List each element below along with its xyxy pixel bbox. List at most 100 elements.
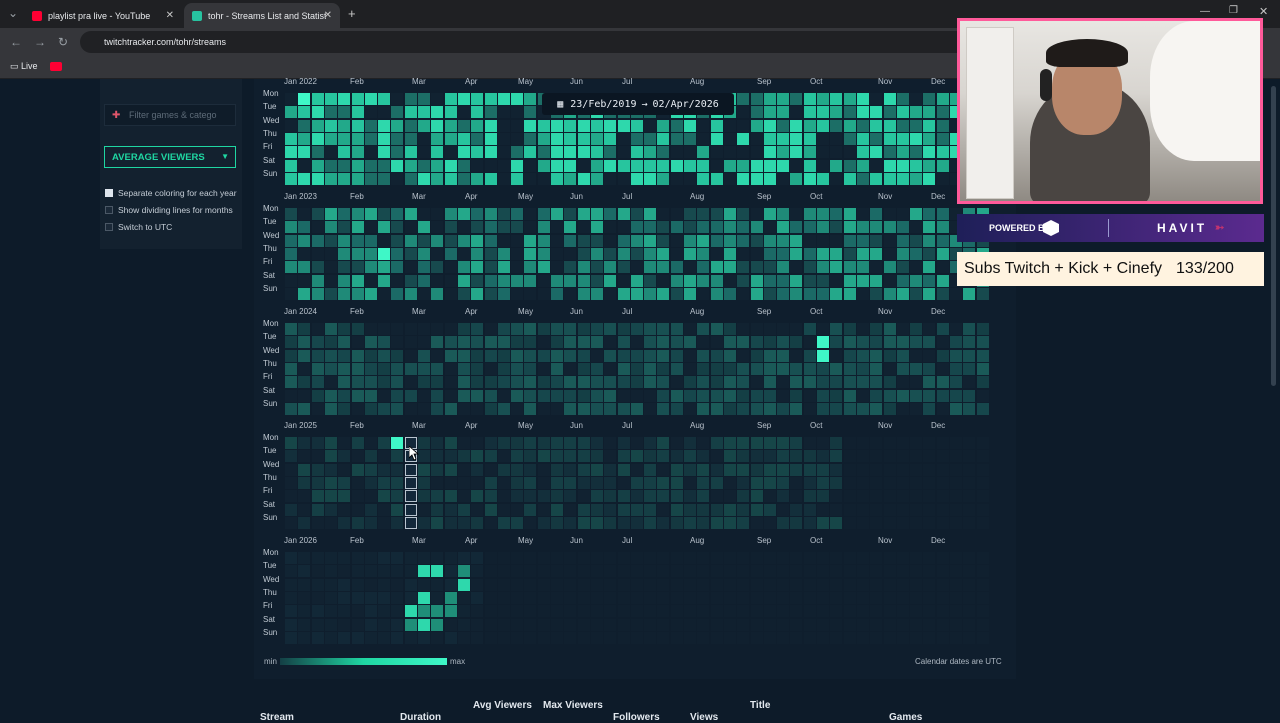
calendar-day-cell[interactable]: [750, 247, 763, 260]
calendar-day-cell[interactable]: [590, 159, 603, 172]
calendar-day-cell[interactable]: [697, 605, 710, 618]
calendar-day-cell[interactable]: [737, 618, 750, 631]
calendar-day-cell[interactable]: [617, 618, 630, 631]
calendar-day-cell[interactable]: [537, 132, 550, 145]
calendar-day-cell[interactable]: [497, 234, 510, 247]
column-views[interactable]: Views: [690, 712, 718, 723]
calendar-day-cell[interactable]: [524, 287, 537, 300]
calendar-day-cell[interactable]: [378, 208, 391, 220]
calendar-day-cell[interactable]: [710, 389, 723, 402]
calendar-day-cell[interactable]: [431, 336, 444, 349]
calendar-day-cell[interactable]: [497, 490, 510, 503]
calendar-day-cell[interactable]: [710, 376, 723, 389]
calendar-day-cell[interactable]: [843, 132, 856, 145]
calendar-day-cell[interactable]: [391, 631, 404, 644]
calendar-day-cell[interactable]: [590, 234, 603, 247]
calendar-day-cell[interactable]: [644, 605, 657, 618]
calendar-day-cell[interactable]: [351, 376, 364, 389]
calendar-day-cell[interactable]: [444, 146, 457, 159]
calendar-day-cell[interactable]: [590, 503, 603, 516]
calendar-day-cell[interactable]: [551, 172, 563, 185]
calendar-day-cell[interactable]: [644, 221, 657, 234]
calendar-day-cell[interactable]: [976, 503, 989, 516]
calendar-day-cell[interactable]: [418, 234, 430, 247]
calendar-day-cell[interactable]: [870, 463, 883, 476]
calendar-day-cell[interactable]: [404, 221, 417, 234]
calendar-day-cell[interactable]: [670, 261, 683, 274]
column-max-viewers[interactable]: Max Viewers: [543, 700, 603, 711]
calendar-day-cell[interactable]: [590, 323, 603, 335]
calendar-day-cell[interactable]: [311, 463, 324, 476]
calendar-day-cell[interactable]: [511, 362, 524, 375]
calendar-day-cell[interactable]: [710, 234, 723, 247]
calendar-day-cell[interactable]: [364, 247, 377, 260]
calendar-day-cell[interactable]: [843, 578, 856, 591]
calendar-day-cell[interactable]: [644, 234, 657, 247]
calendar-day-cell[interactable]: [431, 146, 444, 159]
calendar-day-cell[interactable]: [803, 323, 816, 335]
calendar-day-cell[interactable]: [936, 490, 949, 503]
calendar-day-cell[interactable]: [497, 605, 510, 618]
calendar-day-cell[interactable]: [378, 323, 391, 335]
calendar-day-cell[interactable]: [710, 247, 723, 260]
calendar-day-cell[interactable]: [737, 106, 750, 119]
calendar-day-cell[interactable]: [511, 591, 524, 604]
calendar-day-cell[interactable]: [617, 565, 630, 578]
calendar-day-cell[interactable]: [657, 503, 670, 516]
calendar-day-cell[interactable]: [817, 476, 829, 489]
calendar-day-cell[interactable]: [457, 323, 470, 335]
calendar-day-cell[interactable]: [298, 437, 311, 449]
calendar-day-cell[interactable]: [817, 490, 829, 503]
calendar-day-cell[interactable]: [803, 93, 816, 105]
calendar-day-cell[interactable]: [391, 287, 404, 300]
calendar-day-cell[interactable]: [404, 159, 417, 172]
calendar-day-cell[interactable]: [963, 336, 976, 349]
calendar-day-cell[interactable]: [378, 336, 391, 349]
calendar-day-cell[interactable]: [710, 578, 723, 591]
calendar-day-cell[interactable]: [723, 552, 736, 564]
calendar-day-cell[interactable]: [896, 146, 909, 159]
calendar-day-cell[interactable]: [285, 119, 297, 132]
calendar-day-cell[interactable]: [644, 503, 657, 516]
calendar-day-cell[interactable]: [324, 552, 337, 564]
calendar-day-cell[interactable]: [324, 376, 337, 389]
calendar-day-cell[interactable]: [457, 631, 470, 644]
calendar-day-cell[interactable]: [723, 503, 736, 516]
calendar-day-cell[interactable]: [737, 450, 750, 463]
calendar-day-cell[interactable]: [923, 221, 936, 234]
calendar-day-cell[interactable]: [418, 132, 430, 145]
calendar-day-cell[interactable]: [803, 552, 816, 564]
calendar-day-cell[interactable]: [404, 172, 417, 185]
calendar-day-cell[interactable]: [577, 261, 590, 274]
calendar-day-cell[interactable]: [511, 106, 524, 119]
calendar-day-cell[interactable]: [604, 618, 617, 631]
calendar-day-cell[interactable]: [657, 463, 670, 476]
calendar-day-cell[interactable]: [484, 450, 497, 463]
calendar-day-cell[interactable]: [963, 287, 976, 300]
calendar-day-cell[interactable]: [670, 516, 683, 529]
calendar-day-cell[interactable]: [630, 565, 643, 578]
calendar-day-cell[interactable]: [644, 172, 657, 185]
calendar-day-cell[interactable]: [723, 463, 736, 476]
calendar-day-cell[interactable]: [870, 336, 883, 349]
calendar-day-cell[interactable]: [830, 450, 843, 463]
calendar-day-cell[interactable]: [817, 591, 829, 604]
calendar-day-cell[interactable]: [497, 106, 510, 119]
calendar-day-cell[interactable]: [883, 274, 896, 287]
calendar-day-cell[interactable]: [404, 234, 417, 247]
calendar-day-cell[interactable]: [630, 402, 643, 415]
calendar-day-cell[interactable]: [444, 578, 457, 591]
calendar-day-cell[interactable]: [790, 552, 803, 564]
calendar-day-cell[interactable]: [936, 221, 949, 234]
calendar-day-cell[interactable]: [497, 93, 510, 105]
calendar-day-cell[interactable]: [777, 578, 790, 591]
calendar-day-cell[interactable]: [431, 437, 444, 449]
calendar-day-cell[interactable]: [777, 146, 790, 159]
calendar-day-cell[interactable]: [457, 476, 470, 489]
calendar-day-cell[interactable]: [963, 578, 976, 591]
calendar-day-cell[interactable]: [378, 376, 391, 389]
calendar-day-cell[interactable]: [378, 234, 391, 247]
calendar-day-cell[interactable]: [777, 349, 790, 362]
calendar-day-cell[interactable]: [577, 274, 590, 287]
calendar-day-cell[interactable]: [404, 516, 417, 529]
